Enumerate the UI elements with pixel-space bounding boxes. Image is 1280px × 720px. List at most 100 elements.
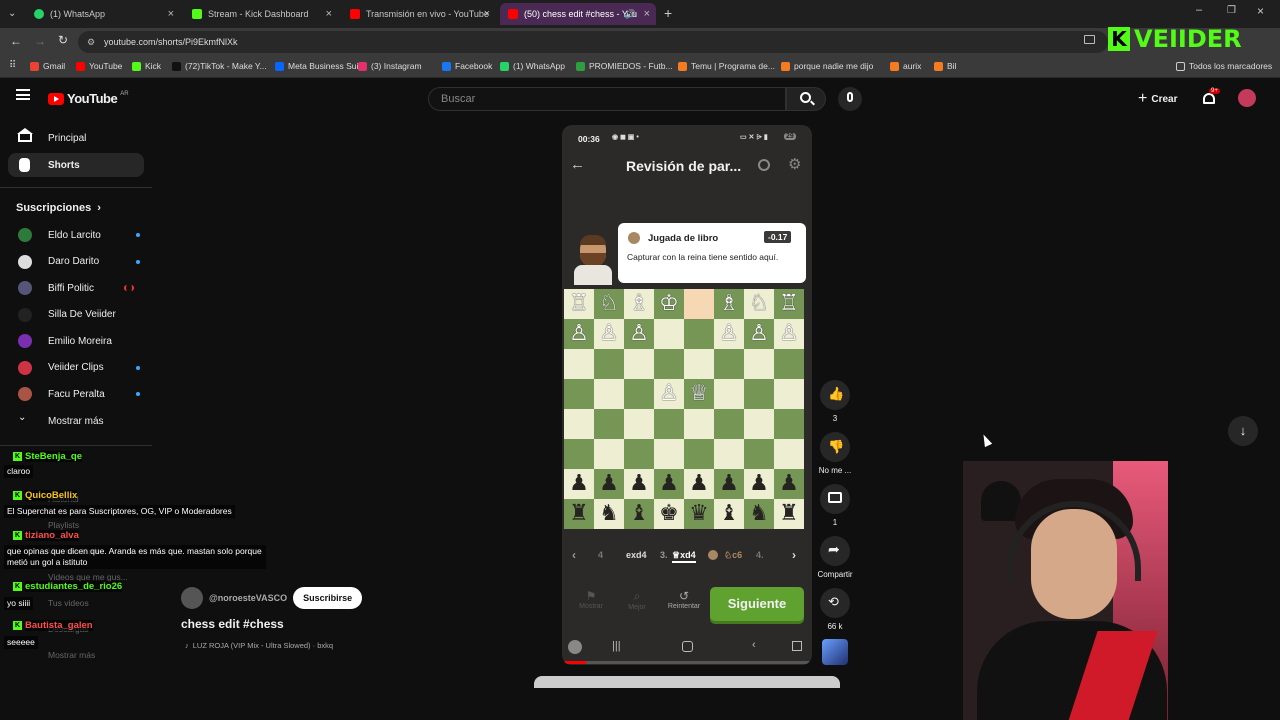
- board-square[interactable]: [744, 379, 774, 409]
- avatar[interactable]: [1238, 89, 1256, 107]
- chess-piece[interactable]: ♟: [684, 469, 714, 499]
- chess-piece[interactable]: ♟: [564, 469, 594, 499]
- all-bookmarks-folder[interactable]: Todos los marcadores: [1176, 61, 1272, 71]
- sidebar-subscription-item[interactable]: Facu Peralta: [8, 382, 144, 406]
- board-square[interactable]: [594, 379, 624, 409]
- sidebar-subscription-item[interactable]: Emilio Moreira: [8, 329, 144, 353]
- board-square[interactable]: [714, 379, 744, 409]
- chess-piece[interactable]: ♟: [624, 469, 654, 499]
- bookmark-item[interactable]: Bil: [934, 61, 956, 71]
- bookmark-item[interactable]: aurix: [890, 61, 921, 71]
- board-square[interactable]: [564, 379, 594, 409]
- board-square[interactable]: [594, 349, 624, 379]
- sidebar-subscription-item[interactable]: Eldo Larcito: [8, 223, 144, 247]
- search-input[interactable]: Buscar: [428, 87, 786, 111]
- tab-whatsapp[interactable]: (1) WhatsApp ×: [26, 3, 180, 25]
- board-square[interactable]: [564, 409, 594, 439]
- notifications-button[interactable]: 9+: [1201, 88, 1220, 106]
- share-button[interactable]: ➦: [820, 536, 850, 566]
- board-square[interactable]: [774, 349, 804, 379]
- tab-kick-dashboard[interactable]: Stream - Kick Dashboard ×: [184, 3, 338, 25]
- chess-piece[interactable]: ♙: [594, 319, 624, 349]
- next-move-arrow-icon[interactable]: ›: [792, 548, 796, 562]
- move-item[interactable]: ♘c6: [724, 550, 742, 561]
- chess-piece[interactable]: ♙: [744, 319, 774, 349]
- voice-search-button[interactable]: [838, 87, 862, 111]
- chess-piece[interactable]: ♟: [594, 469, 624, 499]
- cast-icon[interactable]: [1084, 35, 1095, 44]
- tab-chess-short[interactable]: (50) chess edit #chess - You 🔊 ×: [500, 3, 656, 25]
- chess-piece[interactable]: ♛: [684, 499, 714, 529]
- board-square[interactable]: [564, 349, 594, 379]
- create-button[interactable]: + Crear: [1138, 90, 1177, 108]
- reload-icon[interactable]: ↻: [58, 33, 68, 47]
- chess-piece[interactable]: ♟: [744, 469, 774, 499]
- new-tab-button[interactable]: +: [664, 5, 672, 21]
- board-square[interactable]: [624, 379, 654, 409]
- chat-username[interactable]: K QuicoBellix: [13, 490, 78, 501]
- bookmark-item[interactable]: Temu | Programa de...: [678, 61, 775, 71]
- chess-piece[interactable]: ♜: [564, 499, 594, 529]
- board-square[interactable]: [594, 439, 624, 469]
- remix-button[interactable]: ⟲: [820, 588, 850, 618]
- chess-piece[interactable]: ♘: [744, 289, 774, 319]
- speaker-icon[interactable]: 🔊: [625, 9, 636, 20]
- board-square[interactable]: [594, 409, 624, 439]
- chess-piece[interactable]: ♗: [624, 289, 654, 319]
- bookmark-item[interactable]: porque nadie me dijo: [781, 61, 873, 71]
- chess-piece[interactable]: ♙: [654, 379, 684, 409]
- back-icon[interactable]: ←: [10, 34, 22, 48]
- chess-piece[interactable]: ♙: [774, 319, 804, 349]
- music-row[interactable]: ♪ LUZ ROJA (VIP Mix - Ultra Slowed) · bx…: [185, 641, 333, 650]
- window-close-button[interactable]: ×: [1257, 4, 1264, 18]
- board-square[interactable]: [714, 409, 744, 439]
- board-square[interactable]: [774, 409, 804, 439]
- android-back-icon[interactable]: ‹: [752, 639, 756, 651]
- bookmark-item[interactable]: PROMIEDOS - Futb...: [576, 61, 673, 71]
- comments-button[interactable]: [820, 484, 850, 514]
- chess-piece[interactable]: ♟: [774, 469, 804, 499]
- sidebar-subscription-item[interactable]: Veiider Clips: [8, 356, 144, 380]
- chess-piece[interactable]: ♖: [564, 289, 594, 319]
- sidebar-subscription-item[interactable]: Daro Darito: [8, 250, 144, 274]
- board-square[interactable]: [774, 379, 804, 409]
- board-square[interactable]: [684, 319, 714, 349]
- channel-name[interactable]: @noroesteVASCO: [209, 593, 287, 603]
- board-square[interactable]: [624, 409, 654, 439]
- best-button[interactable]: ⌕ Mejor: [622, 589, 652, 611]
- chess-piece[interactable]: ♙: [714, 319, 744, 349]
- board-square[interactable]: [624, 439, 654, 469]
- apps-icon[interactable]: ⠿: [9, 60, 16, 71]
- retry-button[interactable]: ↺ Reintentar: [664, 589, 704, 610]
- settings-gear-icon[interactable]: ⚙: [788, 155, 801, 173]
- sidebar-show-more[interactable]: ⌄ Mostrar más: [8, 409, 144, 433]
- bookmark-item[interactable]: Kick: [132, 61, 161, 71]
- chat-username[interactable]: K Bautista_galen: [13, 620, 93, 631]
- chess-piece[interactable]: ♗: [714, 289, 744, 319]
- board-square[interactable]: [654, 349, 684, 379]
- sound-thumbnail[interactable]: [822, 639, 848, 665]
- board-square[interactable]: [714, 349, 744, 379]
- show-button[interactable]: ⚑ Mostrar: [576, 589, 606, 610]
- subscribe-button[interactable]: Suscribirse: [293, 587, 363, 609]
- chat-username[interactable]: Kestudiantes_de_rio26: [13, 581, 123, 592]
- video-title[interactable]: chess edit #chess: [181, 617, 284, 631]
- chess-piece[interactable]: ♖: [774, 289, 804, 319]
- like-button[interactable]: 👍: [820, 380, 850, 410]
- restore-button[interactable]: ❐: [1227, 5, 1236, 16]
- youtube-logo[interactable]: YouTube AR: [48, 91, 129, 106]
- board-square[interactable]: [714, 439, 744, 469]
- move-item-current[interactable]: ♕xd4: [672, 550, 696, 563]
- chess-piece[interactable]: ♙: [624, 319, 654, 349]
- board-square[interactable]: [744, 439, 774, 469]
- url-input[interactable]: ⚙ youtube.com/shorts/Pi9EkmfNlXk: [78, 31, 1108, 53]
- board-square[interactable]: [684, 439, 714, 469]
- close-icon[interactable]: ×: [326, 8, 332, 20]
- board-square[interactable]: [654, 319, 684, 349]
- video-progress[interactable]: [562, 661, 812, 664]
- chess-piece[interactable]: ♚: [654, 499, 684, 529]
- bookmark-item[interactable]: Facebook: [442, 61, 492, 71]
- chess-piece[interactable]: ♔: [654, 289, 684, 319]
- move-item[interactable]: exd4: [626, 550, 647, 560]
- sidebar-subscription-item[interactable]: Silla De Veiider: [8, 303, 144, 327]
